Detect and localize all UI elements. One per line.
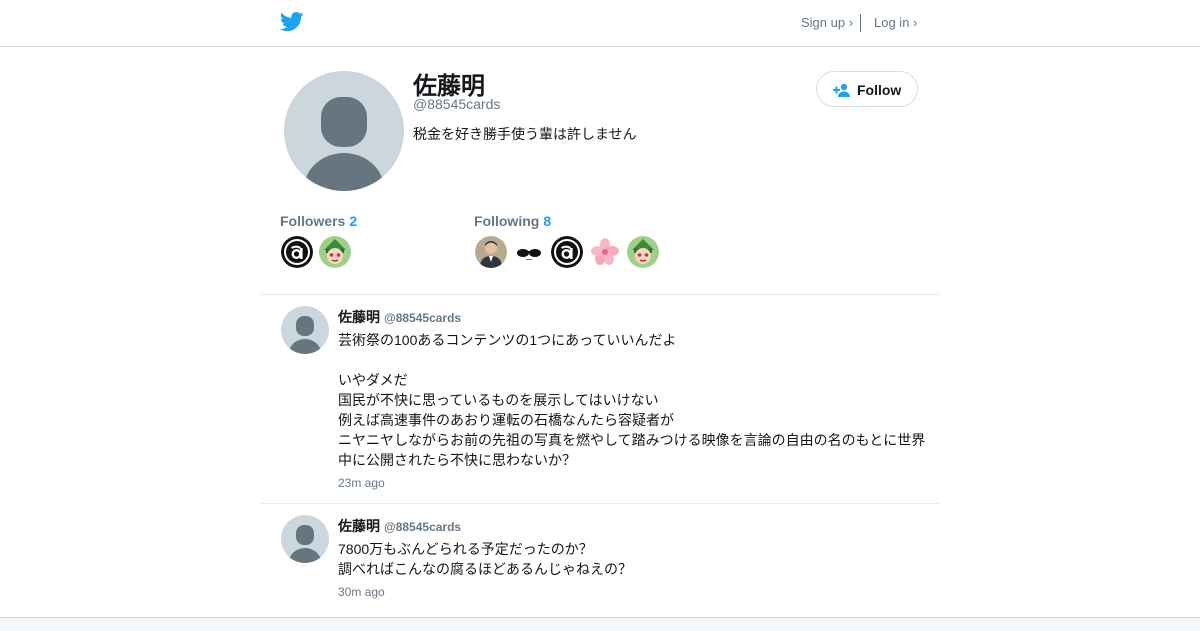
tweet-avatar[interactable] [281, 515, 329, 563]
default-avatar-icon [281, 306, 329, 354]
follow-person-plus-icon [833, 83, 850, 97]
tweet-divider [260, 503, 940, 504]
section-divider [260, 294, 940, 295]
following-avatar-sunglasses[interactable] [513, 236, 545, 268]
follow-button[interactable]: Follow [816, 71, 918, 107]
tweet-author-name: 佐藤明 [338, 309, 380, 325]
top-bar: Sign up › Log in › [0, 0, 1200, 47]
tweet-avatar[interactable] [281, 306, 329, 354]
followers-label: Followers [280, 213, 346, 229]
person-photo-icon [475, 236, 507, 268]
following-avatar-flower[interactable] [589, 236, 621, 268]
profile-bio: 税金を好き勝手使う輩は許しません [413, 126, 637, 142]
profile-handle: @88545cards [413, 96, 501, 112]
flower-icon [589, 236, 621, 268]
default-avatar-icon [284, 71, 404, 191]
tweet-author-handle: @88545cards [384, 520, 462, 534]
tweet-author[interactable]: 佐藤明 @88545cards [338, 516, 461, 536]
default-avatar-icon [281, 515, 329, 563]
log-in-link[interactable]: Log in › [874, 15, 917, 30]
following-avatar-a-logo[interactable] [551, 236, 583, 268]
tweet-text: 7800万もぶんどられる予定だったのか？ 調べればこんなの腐るほどあるんじゃねえ… [338, 541, 632, 577]
footer-strip [0, 617, 1200, 631]
followers-stat[interactable]: Followers 2 [280, 213, 357, 229]
tweet-author-handle: @88545cards [384, 311, 462, 325]
following-avatar-person[interactable] [475, 236, 507, 268]
following-label: Following [474, 213, 540, 229]
nav-divider [860, 14, 861, 32]
tweet-text: 芸術祭の100あるコンテンツの1つにあっていいんだよ いやダメだ 国民が不快に思… [338, 332, 926, 468]
anime-character-icon [627, 236, 659, 268]
follower-avatar-a-logo[interactable] [281, 236, 313, 268]
following-count: 8 [543, 213, 552, 229]
following-avatar-character[interactable] [627, 236, 659, 268]
a-logo-icon [551, 236, 583, 268]
sign-up-link[interactable]: Sign up › [801, 15, 853, 30]
twitter-bird-icon[interactable] [280, 11, 304, 33]
follower-avatar-character[interactable] [319, 236, 351, 268]
tweet-timestamp[interactable]: 23m ago [338, 476, 385, 490]
follow-button-label: Follow [857, 82, 902, 98]
followers-count: 2 [349, 213, 358, 229]
tweet-author-name: 佐藤明 [338, 518, 380, 534]
tweet-timestamp[interactable]: 30m ago [338, 585, 385, 599]
following-stat[interactable]: Following 8 [474, 213, 551, 229]
anime-character-icon [319, 236, 351, 268]
profile-avatar[interactable] [284, 71, 404, 191]
sunglasses-icon [513, 236, 545, 268]
a-logo-icon [281, 236, 313, 268]
tweet-author[interactable]: 佐藤明 @88545cards [338, 307, 461, 327]
